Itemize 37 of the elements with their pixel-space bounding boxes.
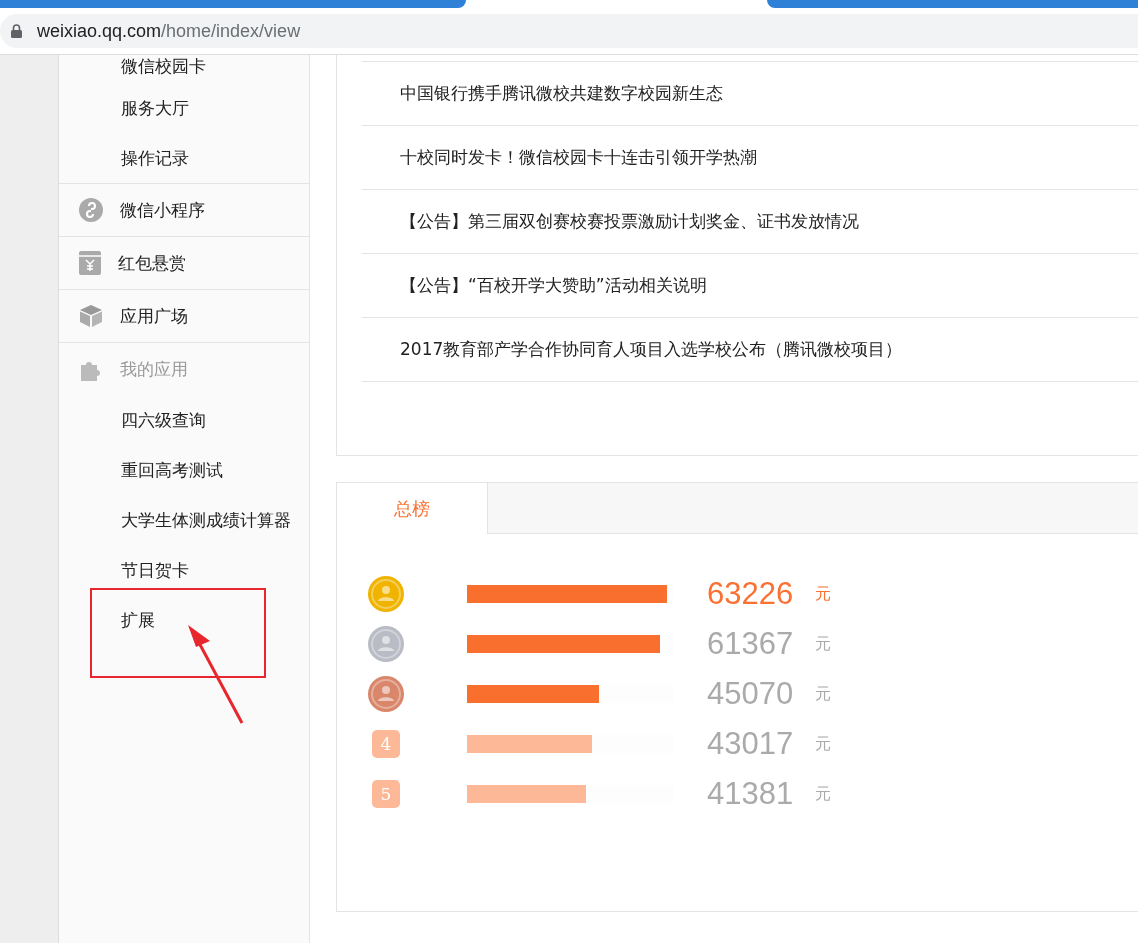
- currency-unit: 元: [815, 583, 831, 605]
- lock-icon: [11, 24, 22, 38]
- menu-item[interactable]: 微信小程序: [120, 198, 205, 222]
- url-text: weixiao.qq.com/home/index/view: [37, 20, 301, 42]
- menu-item[interactable]: 四六级查询: [121, 408, 206, 432]
- menu-item[interactable]: 重回高考测试: [121, 458, 223, 482]
- browser-tab[interactable]: [767, 0, 1138, 8]
- menu-item[interactable]: 服务大厅: [121, 96, 189, 120]
- amount-value: 41381: [707, 776, 795, 812]
- menu-item[interactable]: 微信校园卡: [121, 55, 206, 78]
- currency-unit: 元: [815, 633, 831, 655]
- news-link[interactable]: 【公告】第三届双创赛校赛投票激励计划奖金、证书发放情况: [400, 210, 859, 233]
- amount-value: 43017: [707, 726, 795, 762]
- currency-unit: 元: [815, 783, 831, 805]
- menu-item[interactable]: 大学生体测成绩计算器: [121, 508, 291, 532]
- menu-item[interactable]: 节日贺卡: [121, 558, 189, 582]
- link-circle-icon: [79, 198, 103, 222]
- news-link[interactable]: 十校同时发卡！微信校园卡十连击引领开学热潮: [400, 146, 757, 169]
- rank-number: 5: [372, 780, 400, 808]
- section-label: 我的应用: [120, 357, 188, 381]
- cube-icon: [79, 304, 103, 328]
- rank-number: 4: [372, 730, 400, 758]
- menu-item[interactable]: 扩展: [121, 608, 155, 632]
- amount-value: 45070: [707, 676, 795, 712]
- amount-value: 61367: [707, 626, 795, 662]
- menu-item[interactable]: 红包悬赏: [118, 251, 186, 275]
- currency-unit: 元: [815, 733, 831, 755]
- address-bar[interactable]: weixiao.qq.com/home/index/view: [0, 14, 1138, 48]
- menu-item[interactable]: 应用广场: [120, 304, 188, 328]
- news-link[interactable]: 中国银行携手腾讯微校共建数字校园新生态: [400, 82, 723, 105]
- menu-item[interactable]: 操作记录: [121, 146, 189, 170]
- browser-tab[interactable]: [0, 0, 466, 8]
- news-link[interactable]: 2017教育部产学合作协同育人项目入选学校公布（腾讯微校项目）: [400, 338, 903, 361]
- amount-value: 63226: [707, 576, 795, 612]
- envelope-icon: [79, 251, 101, 275]
- news-link[interactable]: 【公告】“百校开学大赞助”活动相关说明: [400, 274, 707, 297]
- currency-unit: 元: [815, 683, 831, 705]
